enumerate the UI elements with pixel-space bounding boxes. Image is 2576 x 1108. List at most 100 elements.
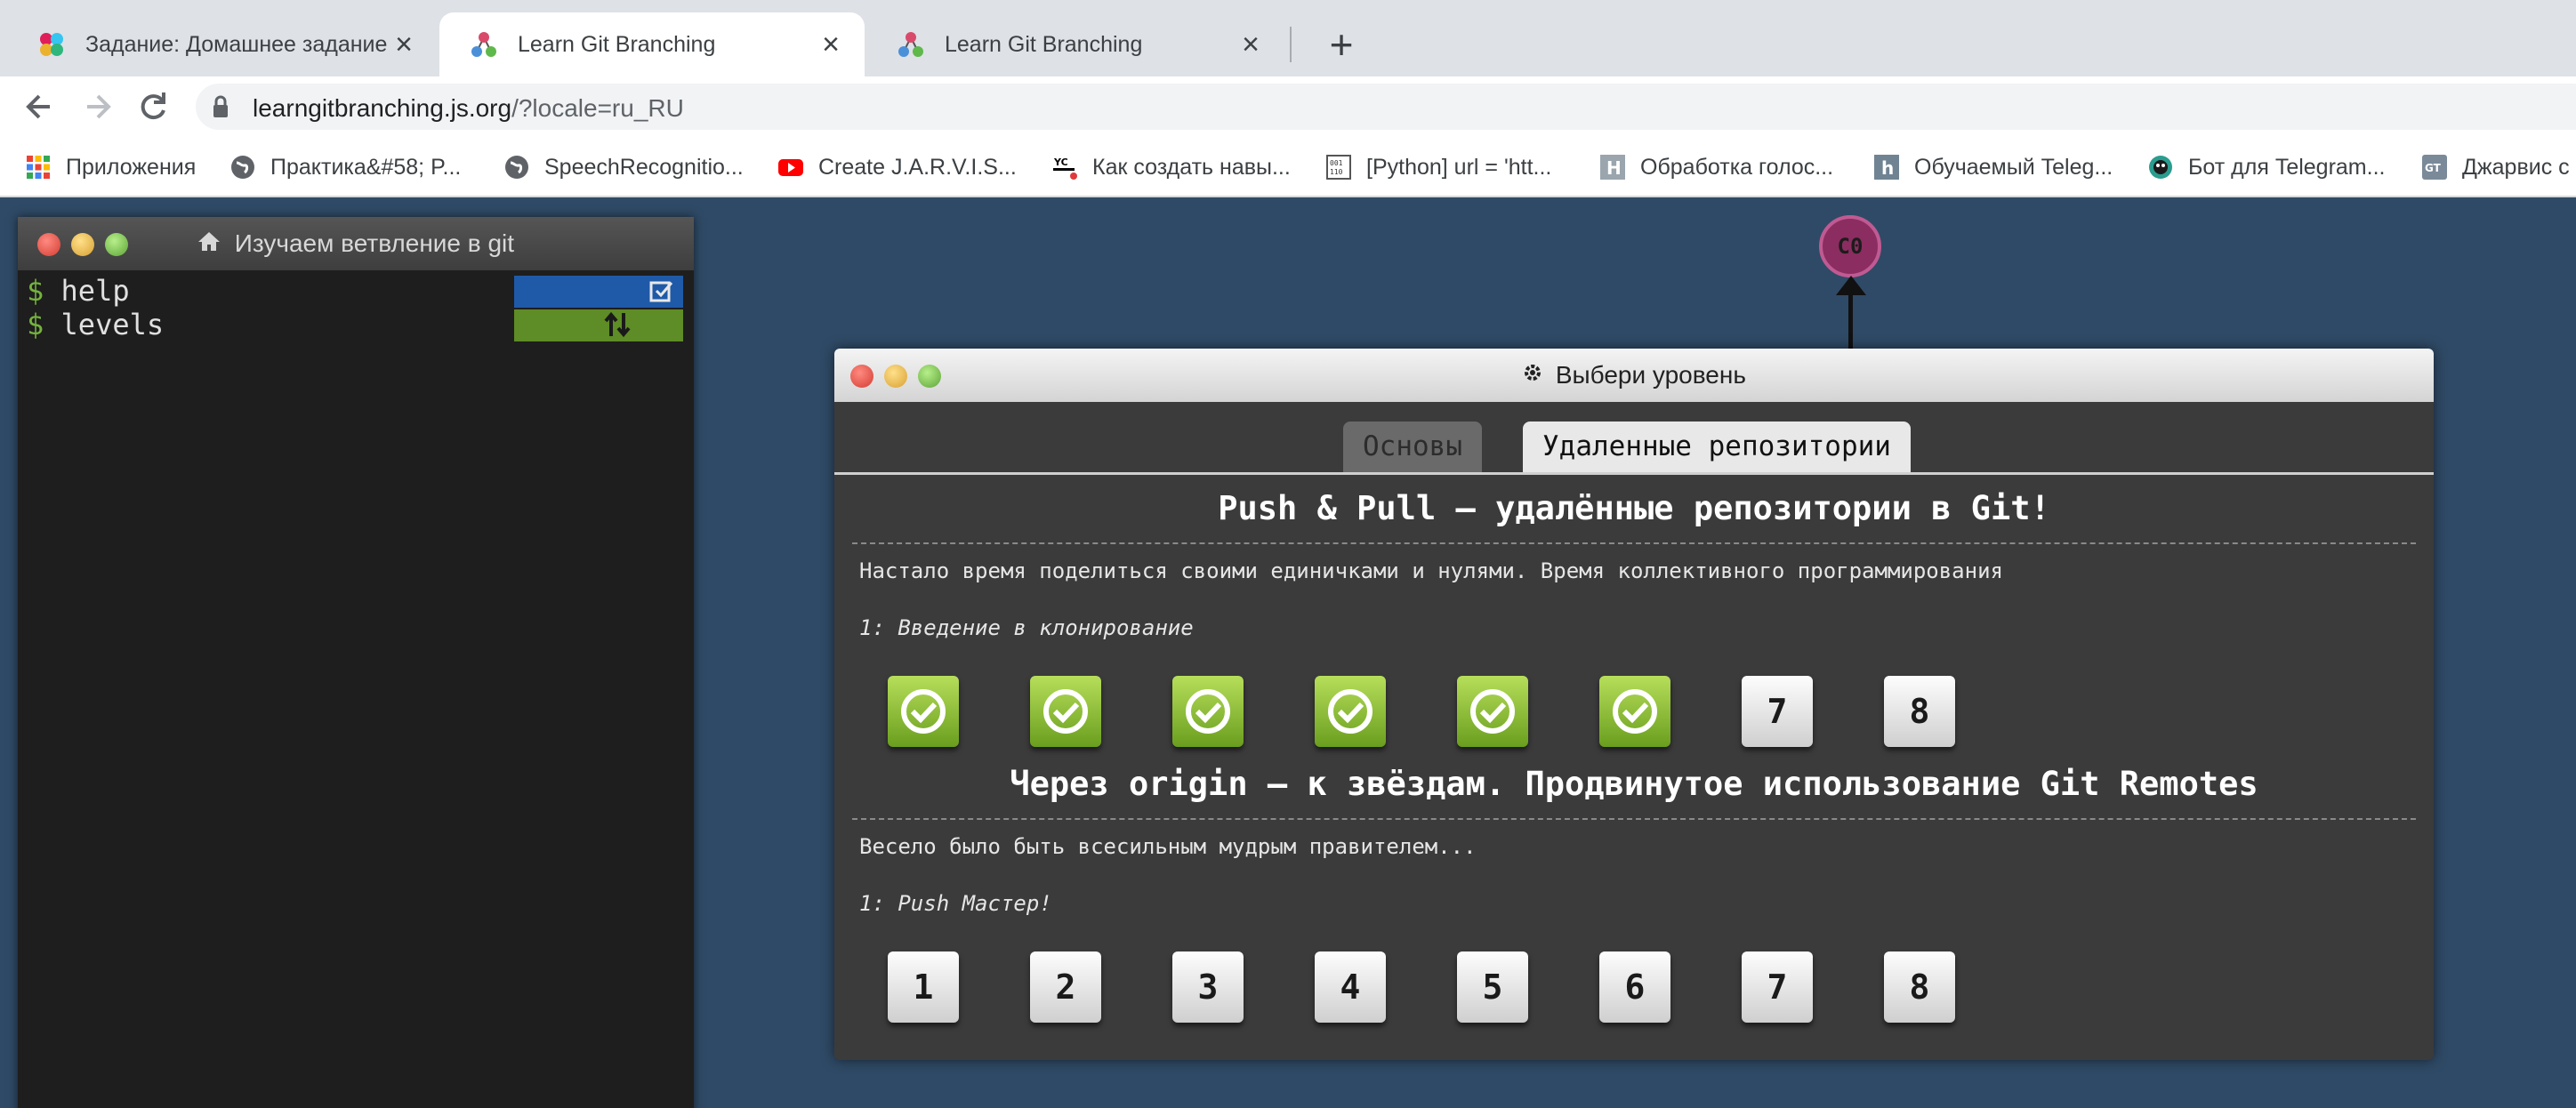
bookmark-apps[interactable]: Приложения	[25, 151, 196, 183]
command-status-bar	[514, 309, 683, 341]
minimize-window-button[interactable]	[71, 233, 94, 256]
code-icon: 001110	[1326, 155, 1351, 180]
slack-like-icon	[40, 33, 63, 56]
bookmark-label: Бот для Telegram...	[2188, 154, 2386, 180]
gt-icon: GT	[2422, 155, 2447, 180]
maximize-window-button[interactable]	[105, 233, 128, 256]
level-button-8[interactable]: 8	[1884, 951, 1955, 1023]
reload-icon	[141, 92, 165, 120]
prompt-symbol: $	[27, 274, 44, 308]
address-bar[interactable]: learngitbranching.js.org/?locale=ru_RU	[196, 84, 2576, 130]
tab-title: Learn Git Branching	[945, 31, 1143, 57]
checkmark-icon	[1043, 689, 1088, 734]
level-button-8[interactable]: 8	[1884, 676, 1955, 747]
browser-tab-homework[interactable]: Задание: Домашнее задание ×	[7, 12, 438, 76]
terminal-titlebar: Изучаем ветвление в git	[18, 217, 694, 270]
git-branch-icon	[898, 32, 923, 57]
level-button-5[interactable]	[1457, 676, 1528, 747]
command-text: help	[60, 274, 130, 308]
reload-button[interactable]	[132, 85, 174, 128]
level-button-5[interactable]: 5	[1457, 951, 1528, 1023]
url-path: /?locale=ru_RU	[511, 94, 684, 122]
checkmark-icon	[1613, 689, 1657, 734]
bookmark-label: Create J.A.R.V.I.S...	[818, 154, 1017, 180]
sequence-current-level: 1: Введение в клонирование	[859, 615, 1194, 640]
bookmark-item[interactable]: GT Джарвис с	[2421, 151, 2570, 183]
bookmark-label: Джарвис с	[2462, 154, 2570, 180]
svg-text:H: H	[1606, 157, 1622, 179]
browser-tab-learn-git[interactable]: Learn Git Branching ×	[866, 12, 1284, 76]
svg-text:h: h	[1881, 157, 1894, 179]
level-button-4[interactable]	[1315, 676, 1386, 747]
terminal-title: Изучаем ветвление в git	[234, 229, 515, 257]
tab-title: Learn Git Branching	[518, 31, 716, 57]
bot-icon	[2149, 156, 2172, 179]
bookmark-item[interactable]: 001 110 [Python] url = 'htt...	[1325, 151, 1551, 183]
sequence-divider	[852, 542, 2416, 544]
bookmark-item[interactable]: h Обучаемый Teleg...	[1873, 151, 2113, 183]
svg-text:110: 110	[1330, 168, 1343, 176]
tab-title: Задание: Домашнее задание	[85, 31, 388, 57]
tab-remote-repos[interactable]: Удаленные репозитории	[1523, 422, 1911, 472]
minimize-window-button[interactable]	[884, 365, 907, 388]
new-tab-button[interactable]: +	[1316, 20, 1366, 69]
h-icon: H	[1600, 155, 1625, 180]
youtube-icon	[778, 159, 803, 176]
bookmark-item[interactable]: Практика&#58; P...	[229, 151, 461, 183]
bookmark-label: Приложения	[66, 154, 197, 180]
checkmark-icon	[1470, 689, 1515, 734]
sequence-title: Push & Pull — удалённые репозитории в Gi…	[1218, 489, 2050, 527]
browser-tab-learn-git-active[interactable]: Learn Git Branching ×	[439, 12, 865, 76]
url-host: learngitbranching.js.org	[253, 94, 512, 122]
tab-basics[interactable]: Основы	[1343, 422, 1482, 472]
close-icon[interactable]: ×	[817, 29, 845, 60]
bookmark-item[interactable]: SpeechRecognitio...	[503, 151, 744, 183]
level-button-1[interactable]	[888, 676, 959, 747]
level-button-7[interactable]: 7	[1742, 676, 1813, 747]
close-icon[interactable]: ×	[390, 29, 418, 60]
level-select-dialog: Выбери уровень Основы Удаленные репозито…	[834, 349, 2434, 1060]
globe-icon	[231, 156, 254, 179]
svg-text:YC: YC	[1053, 157, 1068, 168]
forward-button[interactable]	[76, 85, 119, 128]
commit-node[interactable]: C0	[1819, 215, 1881, 277]
close-icon[interactable]: ×	[1236, 29, 1265, 60]
close-window-button[interactable]	[850, 365, 873, 388]
level-button-6[interactable]: 6	[1599, 951, 1670, 1023]
browser-toolbar: learngitbranching.js.org/?locale=ru_RU	[0, 76, 2576, 137]
sequence-title: Через origin — к звёздам. Продвинутое ис…	[1010, 765, 2258, 803]
url-text: learngitbranching.js.org/?locale=ru_RU	[253, 94, 684, 123]
maximize-window-button[interactable]	[918, 365, 941, 388]
terminal-window: Изучаем ветвление в git $ help $ levels	[18, 217, 694, 1108]
bookmark-label: SpeechRecognitio...	[544, 154, 744, 180]
arrow-right-icon	[87, 94, 111, 119]
arrow-left-icon	[26, 94, 50, 119]
globe-icon	[505, 156, 528, 179]
level-button-3[interactable]	[1172, 676, 1244, 747]
close-window-button[interactable]	[37, 233, 60, 256]
bookmark-item[interactable]: Бот для Telegram...	[2147, 151, 2385, 183]
level-button-2[interactable]	[1030, 676, 1101, 747]
browser-tab-strip: Задание: Домашнее задание × Learn Git Br…	[0, 0, 2576, 76]
bookmark-label: Практика&#58; P...	[270, 154, 462, 180]
apps-grid-icon	[27, 156, 50, 179]
level-button-4[interactable]: 4	[1315, 951, 1386, 1023]
bookmark-item[interactable]: H Обработка голос...	[1599, 151, 1833, 183]
bookmark-item[interactable]: YC Как создать навы...	[1051, 151, 1291, 183]
page-canvas: Изучаем ветвление в git $ help $ levels …	[0, 197, 2576, 1108]
sequence-current-level: 1: Push Мастер!	[859, 891, 1052, 916]
bookmark-item[interactable]: Create J.A.R.V.I.S...	[777, 151, 1017, 183]
back-button[interactable]	[18, 85, 60, 128]
checkmark-icon	[1186, 689, 1230, 734]
bookmark-label: Обработка голос...	[1640, 154, 1834, 180]
yc-icon: YC	[1052, 155, 1077, 180]
bookmarks-bar: Приложения Практика&#58; P... SpeechReco…	[0, 137, 2576, 197]
level-button-6[interactable]	[1599, 676, 1670, 747]
checkbox-checked-icon	[649, 281, 673, 302]
sequence-description: Весело было быть всесильным мудрым прави…	[859, 834, 1477, 859]
level-button-2[interactable]: 2	[1030, 951, 1101, 1023]
bookmark-label: Обучаемый Teleg...	[1914, 154, 2113, 180]
level-button-7[interactable]: 7	[1742, 951, 1813, 1023]
level-button-3[interactable]: 3	[1172, 951, 1244, 1023]
level-button-1[interactable]: 1	[888, 951, 959, 1023]
